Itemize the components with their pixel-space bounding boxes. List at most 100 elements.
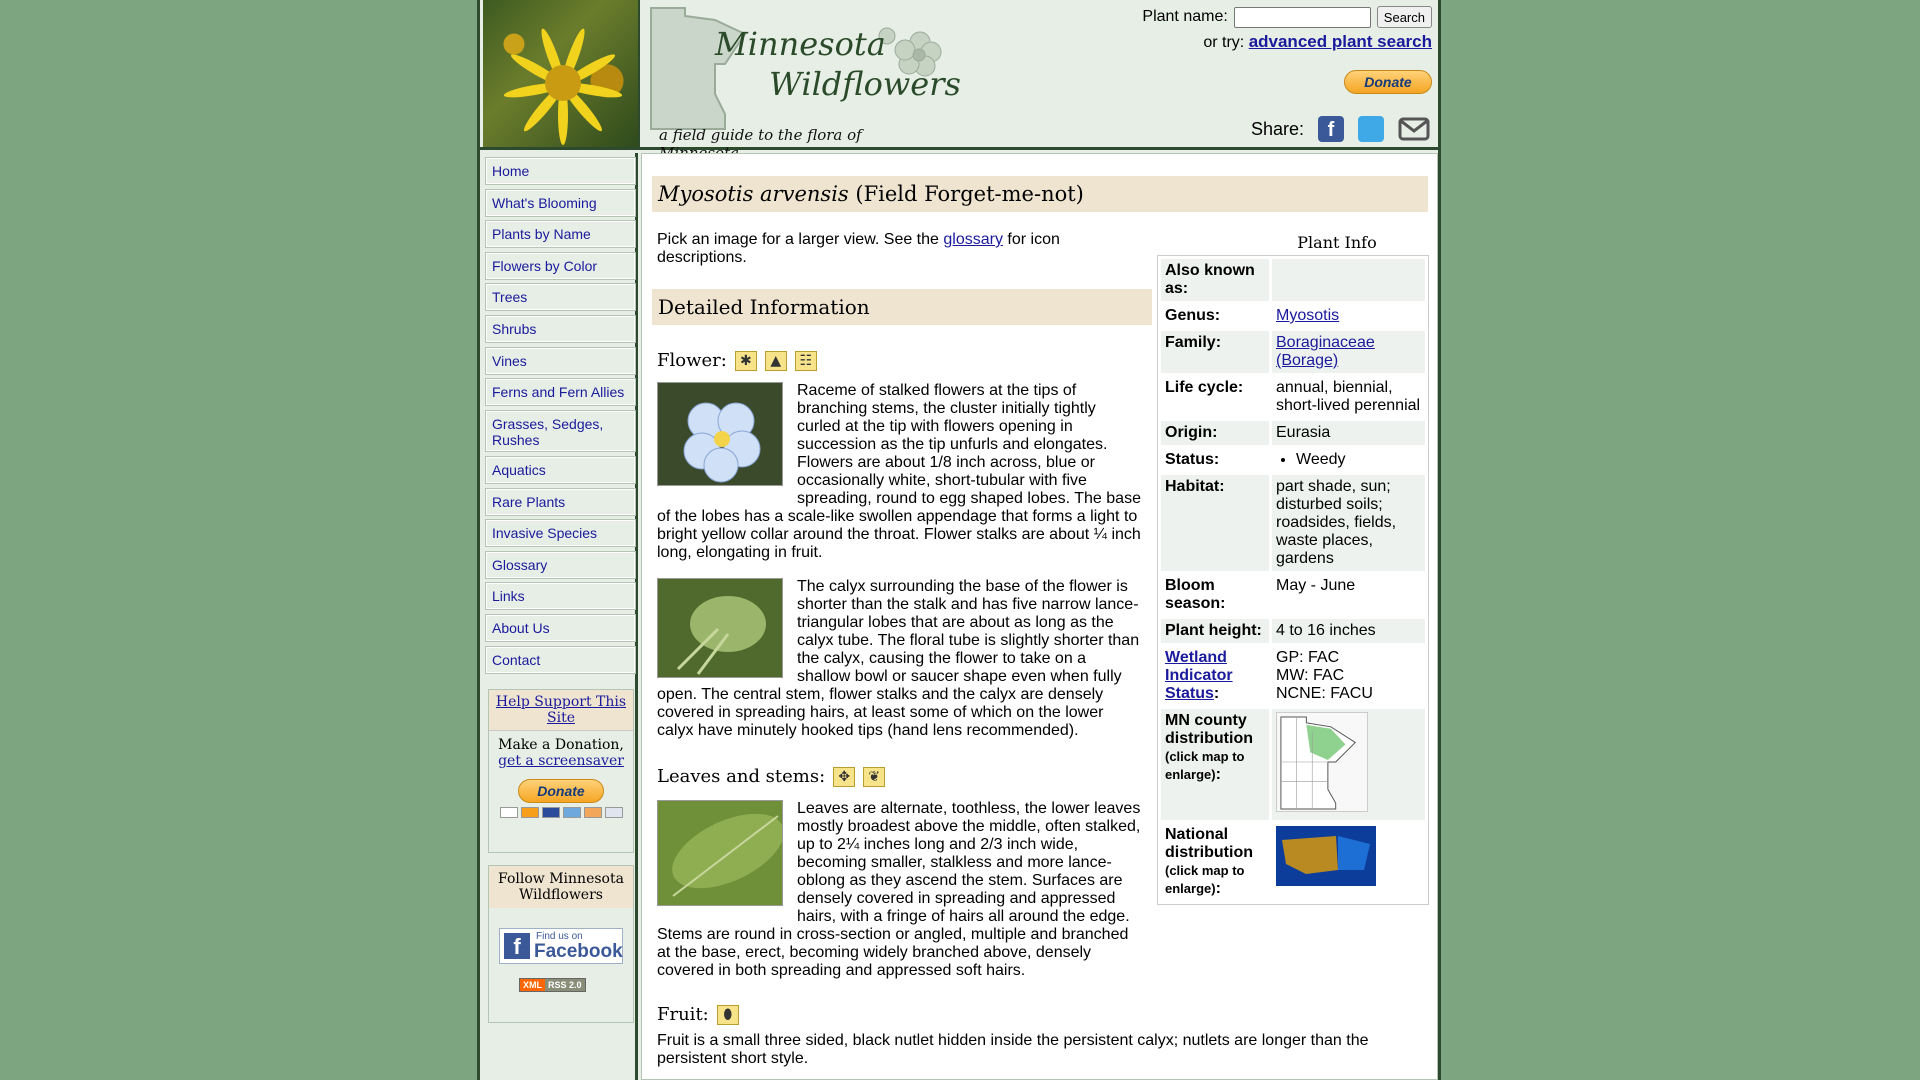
plant-info-table: Also known as: Genus: Myosotis Family: B…	[1157, 255, 1429, 905]
nav-glossary[interactable]: Glossary	[485, 551, 636, 579]
height-value: 4 to 16 inches	[1272, 619, 1425, 643]
screensaver-link[interactable]: get a screensaver	[498, 753, 624, 769]
common-name: (Field Forget-me-not)	[855, 182, 1084, 206]
donate-button-sidebar[interactable]: Donate	[518, 779, 604, 803]
main-content: Myosotis arvensis (Field Forget-me-not) …	[641, 153, 1438, 1080]
leaf-arrangement-icon[interactable]: ✥	[833, 766, 856, 787]
family-link[interactable]: Boraginaceae (Borage)	[1276, 334, 1375, 369]
habitat-label: Habitat:	[1161, 475, 1269, 571]
fb-line2: Facebook	[534, 941, 623, 962]
wetland-ncne: NCNE: FACU	[1276, 685, 1373, 702]
genus-label: Genus:	[1165, 307, 1221, 324]
nav-rare-plants[interactable]: Rare Plants	[485, 488, 636, 516]
nav-grasses[interactable]: Grasses, Sedges, Rushes	[485, 410, 636, 452]
mn-dist-label: MN county distribution	[1165, 712, 1253, 747]
page-title: Myosotis arvensis (Field Forget-me-not)	[652, 176, 1428, 212]
facebook-badge[interactable]: f Find us on Facebook	[499, 928, 623, 964]
leaves-description: Leaves are alternate, toothless, the low…	[657, 800, 1142, 980]
flower-photo[interactable]	[657, 382, 783, 486]
support-link[interactable]: Help Support This Site	[496, 694, 626, 726]
info-row-bloom: Bloom season: May - June	[1161, 574, 1425, 616]
facebook-icon: f	[504, 933, 530, 959]
glossary-link[interactable]: glossary	[943, 231, 1003, 248]
follow-box: Follow Minnesota Wildflowers f Find us o…	[488, 865, 634, 1023]
info-row-status: Status: Weedy	[1161, 448, 1425, 472]
leaf-shape-icon[interactable]: ❦	[863, 766, 886, 787]
try-prefix: or try:	[1203, 34, 1245, 51]
nav-plants-by-name[interactable]: Plants by Name	[485, 220, 636, 248]
nav-shrubs[interactable]: Shrubs	[485, 315, 636, 343]
advanced-search-link[interactable]: advanced plant search	[1249, 32, 1432, 51]
status-value: Weedy	[1296, 451, 1421, 469]
bloom-label: Bloom season:	[1165, 577, 1226, 612]
genus-link[interactable]: Myosotis	[1276, 307, 1339, 324]
calyx-description: The calyx surrounding the base of the fl…	[657, 578, 1142, 740]
site-header: Minnesota Wildflowers a field guide to t…	[480, 0, 1438, 162]
header-flower-photo	[483, 0, 640, 147]
bloom-value: May - June	[1276, 577, 1356, 594]
site-logo[interactable]: Minnesota Wildflowers a field guide to t…	[645, 4, 961, 162]
support-box: Help Support This Site Make a Donation, …	[488, 689, 634, 853]
nav-about-us[interactable]: About Us	[485, 614, 636, 642]
cluster-icon[interactable]: ▲	[764, 350, 787, 371]
nav-ferns[interactable]: Ferns and Fern Allies	[485, 378, 636, 406]
nav-home[interactable]: Home	[485, 157, 636, 185]
origin-value: Eurasia	[1272, 421, 1425, 445]
info-row-origin: Origin: Eurasia	[1161, 421, 1425, 445]
facebook-icon[interactable]: f	[1318, 116, 1344, 142]
search-label: Plant name:	[1142, 8, 1228, 25]
rss-badge[interactable]: XML RSS 2.0	[519, 978, 586, 992]
twitter-icon[interactable]	[1358, 116, 1384, 142]
info-row-mn-distribution: MN county distribution (click map to enla…	[1161, 709, 1425, 820]
flower-heading: Flower: ✱ ▲ ☷	[657, 350, 817, 371]
leaves-label: Leaves and stems:	[657, 766, 826, 787]
aka-value	[1272, 259, 1425, 301]
info-row-national-distribution: National distribution (click map to enlar…	[1161, 823, 1425, 901]
calyx-photo[interactable]	[657, 578, 783, 678]
national-enlarge-hint: (click map to enlarge)	[1165, 863, 1245, 896]
info-row-aka: Also known as:	[1161, 259, 1425, 301]
email-icon[interactable]	[1398, 116, 1430, 142]
wetland-link[interactable]: Wetland Indicator Status	[1165, 649, 1233, 702]
share-bar: Share: f	[1251, 116, 1430, 142]
plant-name-input[interactable]	[1233, 6, 1371, 28]
wetland-gp: GP: FAC	[1276, 649, 1340, 666]
payment-cards-icon	[493, 807, 629, 818]
nav-aquatics[interactable]: Aquatics	[485, 456, 636, 484]
origin-label: Origin:	[1161, 421, 1269, 445]
nav-contact[interactable]: Contact	[485, 646, 636, 674]
fruit-type-icon[interactable]: ⬮	[716, 1004, 739, 1025]
left-sidebar: Home What's Blooming Plants by Name Flow…	[480, 153, 638, 1080]
nav-vines[interactable]: Vines	[485, 347, 636, 375]
raceme-icon[interactable]: ☷	[794, 350, 817, 371]
mn-county-map[interactable]	[1276, 712, 1368, 812]
nav-flowers-by-color[interactable]: Flowers by Color	[485, 252, 636, 280]
rss-version: RSS 2.0	[545, 979, 585, 991]
life-cycle-value: annual, biennial, short-lived perennial	[1276, 379, 1421, 414]
nav-invasive-species[interactable]: Invasive Species	[485, 519, 636, 547]
fruit-description: Fruit is a small three sided, black nutl…	[657, 1032, 1369, 1067]
leaves-heading: Leaves and stems: ✥ ❦	[657, 766, 886, 787]
intro-text: Pick an image for a larger view. See the…	[657, 231, 1077, 267]
info-row-wetland: Wetland Indicator Status: GP: FAC MW: FA…	[1161, 646, 1425, 706]
national-distribution-map[interactable]	[1276, 826, 1376, 886]
wetland-mw: MW: FAC	[1276, 667, 1345, 684]
rss-xml: XML	[520, 979, 545, 991]
nav-trees[interactable]: Trees	[485, 283, 636, 311]
life-cycle-label: Life cycle:	[1165, 379, 1244, 396]
intro-before: Pick an image for a larger view. See the	[657, 231, 939, 248]
habitat-value: part shade, sun; disturbed soils; roadsi…	[1272, 475, 1425, 571]
search-button[interactable]: Search	[1376, 6, 1432, 28]
donate-button-header[interactable]: Donate	[1344, 70, 1432, 94]
fruit-label: Fruit:	[657, 1004, 709, 1025]
leaf-photo[interactable]	[657, 800, 783, 906]
page-frame: Minnesota Wildflowers a field guide to t…	[477, 0, 1441, 1080]
nav-whats-blooming[interactable]: What's Blooming	[485, 189, 636, 217]
share-label: Share:	[1250, 118, 1304, 139]
plant-info-caption: Plant Info	[1297, 233, 1377, 252]
detailed-info-heading: Detailed Information	[652, 289, 1152, 325]
flower-shape-icon[interactable]: ✱	[734, 350, 757, 371]
info-row-life-cycle: Life cycle: annual, biennial, short-live…	[1161, 376, 1425, 418]
aka-label: Also known as:	[1161, 259, 1269, 301]
nav-links[interactable]: Links	[485, 582, 636, 610]
